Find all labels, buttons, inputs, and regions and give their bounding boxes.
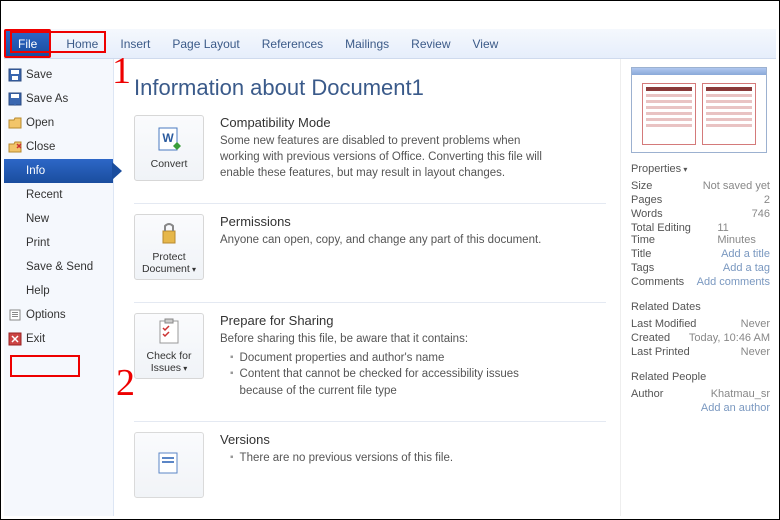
- open-icon: [8, 116, 22, 130]
- save-as-icon: [8, 92, 22, 106]
- tab-file[interactable]: File: [4, 29, 51, 58]
- section-versions: Versions There are no previous versions …: [134, 432, 606, 498]
- section-permissions: Protect Document Permissions Anyone can …: [134, 214, 606, 280]
- author-name: Khatmau_sr: [711, 388, 770, 400]
- properties-list: SizeNot saved yet Pages2 Words746 Total …: [631, 179, 770, 289]
- sidebar-item-save[interactable]: Save: [4, 63, 113, 87]
- ribbon: File Home Insert Page Layout References …: [4, 29, 776, 59]
- convert-button[interactable]: W Convert: [134, 115, 204, 181]
- tab-view[interactable]: View: [462, 29, 510, 58]
- protect-document-button[interactable]: Protect Document: [134, 214, 204, 280]
- sharing-li-1: Document properties and author's name: [240, 350, 445, 366]
- section-prepare-sharing: Check for Issues Prepare for Sharing Bef…: [134, 313, 606, 398]
- sharing-intro: Before sharing this file, be aware that …: [220, 331, 550, 347]
- add-tag-link[interactable]: Add a tag: [723, 262, 770, 274]
- versions-heading: Versions: [220, 432, 606, 447]
- sidebar-item-print[interactable]: Print: [4, 231, 113, 255]
- save-icon: [8, 68, 22, 82]
- sidebar-item-save-as[interactable]: Save As: [4, 87, 113, 111]
- svg-text:W: W: [162, 131, 174, 145]
- versions-icon: [155, 449, 183, 477]
- word-doc-icon: W: [155, 126, 183, 154]
- compatibility-body: Some new features are disabled to preven…: [220, 133, 550, 181]
- annotation-highlight-options: [10, 355, 80, 377]
- sidebar-item-help[interactable]: Help: [4, 279, 113, 303]
- tab-page-layout[interactable]: Page Layout: [161, 29, 250, 58]
- versions-body: There are no previous versions of this f…: [240, 450, 454, 466]
- document-thumbnail[interactable]: [631, 67, 767, 153]
- manage-versions-button[interactable]: [134, 432, 204, 498]
- check-for-issues-button[interactable]: Check for Issues: [134, 313, 204, 379]
- options-icon: [8, 308, 22, 322]
- close-icon: [8, 140, 22, 154]
- add-comments-link[interactable]: Add comments: [697, 276, 770, 288]
- sidebar-item-exit[interactable]: Exit: [4, 327, 113, 351]
- related-dates-heading: Related Dates: [631, 301, 770, 313]
- tab-file-label: File: [18, 37, 37, 51]
- info-pane: Information about Document1 W Convert Co…: [114, 59, 620, 516]
- tab-home[interactable]: Home: [55, 29, 109, 58]
- sidebar-item-new[interactable]: New: [4, 207, 113, 231]
- add-title-link[interactable]: Add a title: [721, 248, 770, 260]
- sidebar-item-save-send[interactable]: Save & Send: [4, 255, 113, 279]
- related-people-heading: Related People: [631, 371, 770, 383]
- backstage-sidebar: Save Save As Open Close Info Recent New …: [4, 59, 114, 516]
- tab-insert[interactable]: Insert: [109, 29, 161, 58]
- properties-header[interactable]: Properties: [631, 163, 770, 175]
- sidebar-item-recent[interactable]: Recent: [4, 183, 113, 207]
- sharing-li-2: Content that cannot be checked for acces…: [240, 366, 550, 398]
- permissions-body: Anyone can open, copy, and change any pa…: [220, 232, 550, 248]
- tab-mailings[interactable]: Mailings: [334, 29, 400, 58]
- tab-references[interactable]: References: [251, 29, 334, 58]
- permissions-heading: Permissions: [220, 214, 606, 229]
- sidebar-item-info[interactable]: Info: [4, 159, 113, 183]
- tab-review[interactable]: Review: [400, 29, 461, 58]
- add-author-link[interactable]: Add an author: [701, 402, 770, 414]
- exit-icon: [8, 332, 22, 346]
- properties-panel: Properties SizeNot saved yet Pages2 Word…: [620, 59, 776, 516]
- section-compatibility: W Convert Compatibility Mode Some new fe…: [134, 115, 606, 181]
- sidebar-item-options[interactable]: Options: [4, 303, 113, 327]
- lock-icon: [155, 219, 183, 247]
- checklist-icon: [155, 318, 183, 346]
- page-title: Information about Document1: [134, 75, 606, 101]
- compatibility-heading: Compatibility Mode: [220, 115, 606, 130]
- sidebar-item-close[interactable]: Close: [4, 135, 113, 159]
- sharing-heading: Prepare for Sharing: [220, 313, 606, 328]
- sidebar-item-open[interactable]: Open: [4, 111, 113, 135]
